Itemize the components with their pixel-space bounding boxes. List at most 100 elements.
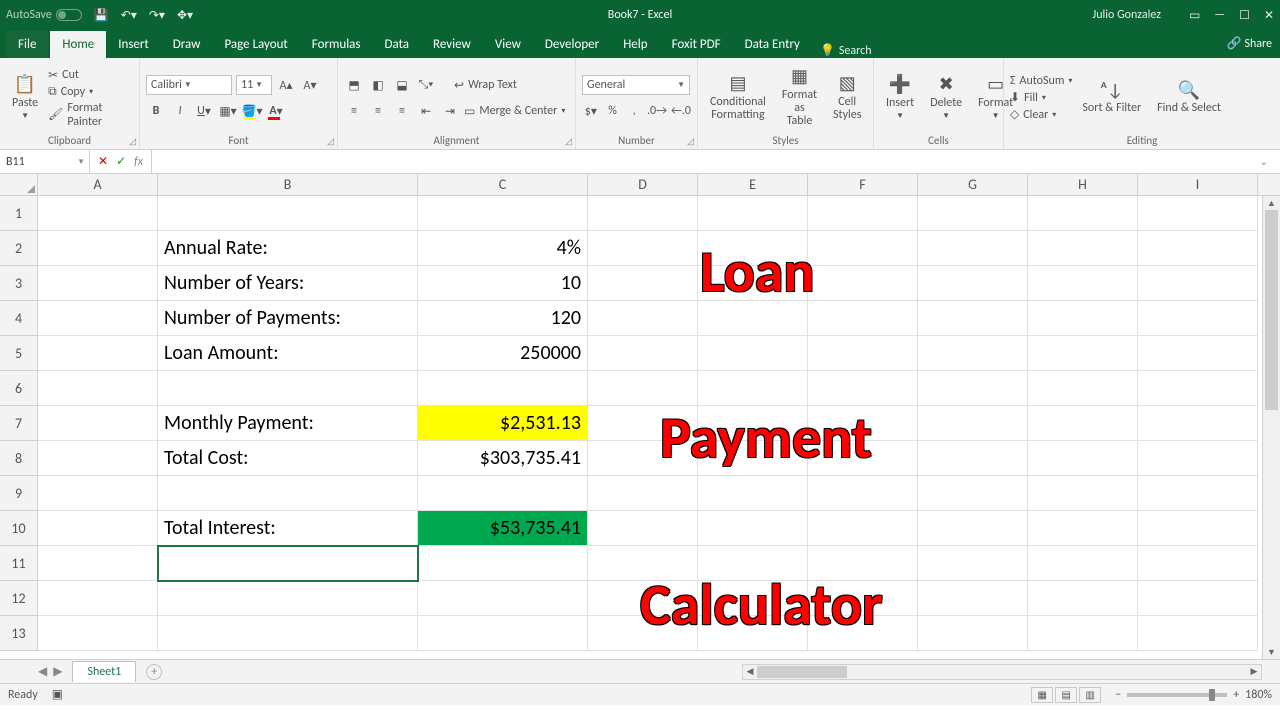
cell-E4[interactable] (698, 301, 808, 336)
cell-A6[interactable] (38, 371, 158, 406)
cell-A3[interactable] (38, 266, 158, 301)
cell-I6[interactable] (1138, 371, 1258, 406)
cell-B1[interactable] (158, 196, 418, 231)
align-middle-icon[interactable]: ◧ (368, 75, 388, 95)
scroll-left-icon[interactable]: ◀ (743, 665, 757, 679)
cell-C3[interactable]: 10 (418, 266, 588, 301)
minimize-icon[interactable]: — (1214, 8, 1225, 23)
cell-I11[interactable] (1138, 546, 1258, 581)
accounting-icon[interactable]: $▾ (582, 101, 600, 121)
expand-formula-icon[interactable]: ⌄ (1260, 155, 1274, 168)
percent-icon[interactable]: % (604, 101, 622, 121)
row-header-9[interactable]: 9 (0, 476, 38, 511)
cell-H2[interactable] (1028, 231, 1138, 266)
cell-F4[interactable] (808, 301, 918, 336)
cell-A7[interactable] (38, 406, 158, 441)
column-header-D[interactable]: D (588, 174, 698, 195)
cell-F6[interactable] (808, 371, 918, 406)
row-header-4[interactable]: 4 (0, 301, 38, 336)
cell-H1[interactable] (1028, 196, 1138, 231)
decrease-indent-icon[interactable]: ⇤ (416, 101, 436, 121)
cell-A12[interactable] (38, 581, 158, 616)
cell-H5[interactable] (1028, 336, 1138, 371)
dialog-launcher-icon[interactable]: ◿ (129, 136, 136, 147)
column-header-G[interactable]: G (918, 174, 1028, 195)
fill-color-button[interactable]: 🪣▾ (242, 101, 262, 121)
scroll-up-icon[interactable]: ▲ (1263, 196, 1280, 210)
row-header-12[interactable]: 12 (0, 581, 38, 616)
cell-H9[interactable] (1028, 476, 1138, 511)
redo-icon[interactable]: ↷▾ (149, 8, 165, 23)
zoom-out-icon[interactable]: − (1115, 688, 1121, 702)
cell-F10[interactable] (808, 511, 918, 546)
orientation-icon[interactable]: ⤡▾ (416, 75, 436, 95)
cell-E12[interactable] (698, 581, 808, 616)
wrap-text-button[interactable]: ↩Wrap Text (454, 78, 517, 93)
cell-E7[interactable] (698, 406, 808, 441)
select-all-corner[interactable] (0, 174, 38, 195)
cell-A4[interactable] (38, 301, 158, 336)
cell-F9[interactable] (808, 476, 918, 511)
cell-E1[interactable] (698, 196, 808, 231)
cell-I8[interactable] (1138, 441, 1258, 476)
cell-G13[interactable] (918, 616, 1028, 651)
underline-button[interactable]: U▾ (194, 101, 214, 121)
column-header-C[interactable]: C (418, 174, 588, 195)
cell-A5[interactable] (38, 336, 158, 371)
cell-B9[interactable] (158, 476, 418, 511)
cell-F5[interactable] (808, 336, 918, 371)
column-header-E[interactable]: E (698, 174, 808, 195)
font-name-select[interactable]: Calibri▼ (146, 75, 232, 95)
border-button[interactable]: ▦▾ (218, 101, 238, 121)
align-bottom-icon[interactable]: ⬓ (392, 75, 412, 95)
cell-C9[interactable] (418, 476, 588, 511)
cell-F8[interactable] (808, 441, 918, 476)
tab-formulas[interactable]: Formulas (300, 31, 373, 58)
cell-H13[interactable] (1028, 616, 1138, 651)
cell-D9[interactable] (588, 476, 698, 511)
tab-draw[interactable]: Draw (161, 31, 213, 58)
cell-E9[interactable] (698, 476, 808, 511)
share-button[interactable]: 🔗 Share (1227, 36, 1272, 51)
cell-G3[interactable] (918, 266, 1028, 301)
cell-I10[interactable] (1138, 511, 1258, 546)
cell-E11[interactable] (698, 546, 808, 581)
clear-button[interactable]: ◇Clear▾ (1010, 107, 1072, 122)
cell-F3[interactable] (808, 266, 918, 301)
align-right-icon[interactable]: ≡ (392, 101, 412, 121)
worksheet[interactable]: ABCDEFGHI 12Annual Rate:4%3Number of Yea… (0, 174, 1280, 659)
cell-H12[interactable] (1028, 581, 1138, 616)
cell-C7[interactable]: $2,531.13 (418, 406, 588, 441)
cell-H8[interactable] (1028, 441, 1138, 476)
insert-cells-button[interactable]: ➕Insert▼ (880, 73, 920, 123)
column-header-I[interactable]: I (1138, 174, 1258, 195)
cell-styles-button[interactable]: ▧Cell Styles (827, 72, 867, 124)
cell-F7[interactable] (808, 406, 918, 441)
cell-I7[interactable] (1138, 406, 1258, 441)
cell-C13[interactable] (418, 616, 588, 651)
cell-G9[interactable] (918, 476, 1028, 511)
cell-C11[interactable] (418, 546, 588, 581)
cell-B12[interactable] (158, 581, 418, 616)
row-header-7[interactable]: 7 (0, 406, 38, 441)
cell-A1[interactable] (38, 196, 158, 231)
cell-E3[interactable] (698, 266, 808, 301)
cell-G4[interactable] (918, 301, 1028, 336)
cell-G6[interactable] (918, 371, 1028, 406)
vertical-scrollbar[interactable]: ▲ ▼ (1262, 196, 1280, 659)
tab-developer[interactable]: Developer (533, 31, 611, 58)
cell-G2[interactable] (918, 231, 1028, 266)
cell-F2[interactable] (808, 231, 918, 266)
cell-D11[interactable] (588, 546, 698, 581)
cell-H10[interactable] (1028, 511, 1138, 546)
cell-D3[interactable] (588, 266, 698, 301)
cell-D4[interactable] (588, 301, 698, 336)
tab-page-layout[interactable]: Page Layout (212, 31, 299, 58)
autosum-button[interactable]: ΣAutoSum▾ (1010, 74, 1072, 88)
maximize-icon[interactable]: ☐ (1239, 8, 1250, 23)
cell-C12[interactable] (418, 581, 588, 616)
cell-D1[interactable] (588, 196, 698, 231)
cell-H4[interactable] (1028, 301, 1138, 336)
cell-D7[interactable] (588, 406, 698, 441)
tab-review[interactable]: Review (421, 31, 483, 58)
